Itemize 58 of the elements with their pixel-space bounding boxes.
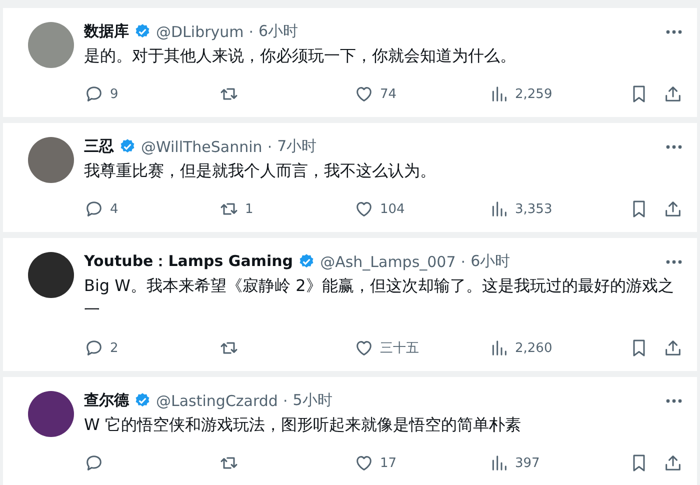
tweet-text: Big W。我本来希望《寂静岭 2》能赢，但这次却输了。这是我玩过的最好的游戏之一 <box>84 275 675 321</box>
user-handle[interactable]: @DLibryum <box>156 22 244 40</box>
more-button[interactable] <box>665 398 683 404</box>
user-name[interactable]: Youtube：Lamps Gaming <box>84 252 294 271</box>
post-time[interactable]: 7小时 <box>277 137 317 156</box>
separator-dot: · <box>282 392 288 410</box>
separator-dot: · <box>460 252 466 270</box>
reply-button[interactable]: 9 <box>84 84 219 104</box>
share-icon <box>663 199 683 219</box>
more-icon <box>665 28 683 34</box>
like-button[interactable]: 三十五 <box>354 338 489 358</box>
speech-bubble-icon <box>84 84 104 104</box>
reply-button[interactable]: 4 <box>84 199 219 219</box>
more-button[interactable] <box>665 28 683 34</box>
more-button[interactable] <box>665 258 683 264</box>
share-icon <box>663 338 683 358</box>
share-button[interactable] <box>663 84 683 104</box>
separator-dot: · <box>267 138 272 156</box>
repost-button[interactable]: 1 <box>219 199 354 219</box>
tweet-text: 我尊重比赛，但是就我个人而言，我不这么认为。 <box>84 160 437 182</box>
heart-icon <box>354 338 374 358</box>
tweet-text: W 它的悟空侠和游戏玩法，图形听起来就像是悟空的简单朴素 <box>84 414 522 436</box>
post-time[interactable]: 6小时 <box>258 22 298 41</box>
more-icon <box>665 144 683 150</box>
speech-bubble-icon <box>84 338 104 358</box>
heart-icon <box>354 453 374 473</box>
like-button[interactable]: 104 <box>354 199 489 219</box>
user-handle[interactable]: @LastingCzardd <box>156 392 278 410</box>
post-time[interactable]: 5小时 <box>292 391 332 410</box>
heart-icon <box>354 199 374 219</box>
post-time[interactable]: 6小时 <box>470 252 510 271</box>
speech-bubble-icon <box>84 453 104 473</box>
avatar[interactable] <box>28 391 74 437</box>
tweet-text: 是的。对于其他人来说，你必须玩一下，你就会知道为什么。 <box>84 45 517 67</box>
share-icon <box>663 84 683 104</box>
user-name[interactable]: 查尔德 <box>84 391 129 410</box>
more-button[interactable] <box>665 144 683 150</box>
views-button[interactable]: 2,260 <box>489 338 609 358</box>
share-button[interactable] <box>663 199 683 219</box>
user-name[interactable]: 三忍 <box>84 137 114 156</box>
views-button[interactable]: 397 <box>489 453 609 473</box>
reply-button[interactable]: 2 <box>84 338 219 358</box>
views-button[interactable]: 3,353 <box>489 199 609 219</box>
share-icon <box>663 453 683 473</box>
avatar[interactable] <box>28 252 74 298</box>
user-handle[interactable]: @Ash_Lamps_007 <box>320 252 456 270</box>
heart-icon <box>354 84 374 104</box>
more-icon <box>665 258 683 264</box>
share-button[interactable] <box>663 453 683 473</box>
user-handle[interactable]: @WillTheSannin <box>141 138 262 156</box>
more-icon <box>665 398 683 404</box>
like-button[interactable]: 17 <box>354 453 489 473</box>
speech-bubble-icon <box>84 199 104 219</box>
views-button[interactable]: 2,259 <box>489 84 609 104</box>
like-button[interactable]: 74 <box>354 84 489 104</box>
separator-dot: · <box>248 22 254 40</box>
user-name[interactable]: 数据库 <box>84 22 129 41</box>
share-button[interactable] <box>663 338 683 358</box>
